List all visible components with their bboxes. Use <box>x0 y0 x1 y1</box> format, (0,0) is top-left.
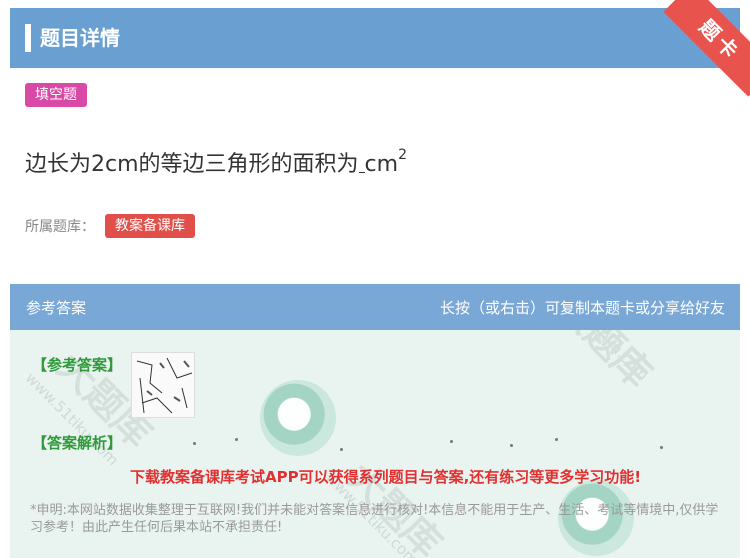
corner-badge: 题卡 <box>663 0 750 97</box>
corner-ribbon: 题卡 <box>640 0 750 100</box>
analysis-label: 【答案解析】 <box>32 434 123 452</box>
answer-body: www.51tiku.com 大题库 www.51tiku.com 大题库 ww… <box>10 330 740 558</box>
question-unit-power: 2 <box>398 147 407 163</box>
disclaimer-text: *申明:本网站数据收集整理于互联网!我们并未能对答案信息进行核对!本信息不能用于… <box>30 503 719 535</box>
noise-dot <box>555 438 558 441</box>
answer-header: 参考答案 长按（或右击）可复制本题卡或分享给好友 <box>10 284 740 330</box>
question-stem: 边长为2cm的等边三角形的面积为 <box>25 152 359 177</box>
noise-dot <box>193 442 196 445</box>
answer-label: 【参考答案】 <box>32 356 123 374</box>
answer-image <box>131 352 195 418</box>
answer-section-title: 参考答案 <box>26 299 87 317</box>
noise-dot <box>450 440 453 443</box>
page-title: 题目详情 <box>40 26 120 50</box>
noise-dot <box>660 446 663 449</box>
header-accent-bar <box>25 24 31 52</box>
source-label: 所属题库： <box>25 219 95 235</box>
copy-share-hint: 长按（或右击）可复制本题卡或分享给好友 <box>439 299 725 317</box>
question-unit: cm <box>364 152 399 177</box>
noise-dot <box>340 448 343 451</box>
download-app-promo[interactable]: 下载教案备课库考试APP可以获得系列题目与答案,还有练习等更多学习功能! <box>130 466 641 487</box>
question-type-tag: 填空题 <box>25 83 87 107</box>
question-text: 边长为2cm的等边三角形的面积为 cm2 <box>25 146 407 178</box>
detail-header: 题目详情 <box>10 8 740 68</box>
source-bank-tag[interactable]: 教案备课库 <box>105 214 195 238</box>
noise-dot <box>510 444 513 447</box>
watermark-brand-text: 大题库 <box>548 330 661 396</box>
watermark-logo-icon <box>260 380 336 456</box>
noise-dot <box>235 438 238 441</box>
